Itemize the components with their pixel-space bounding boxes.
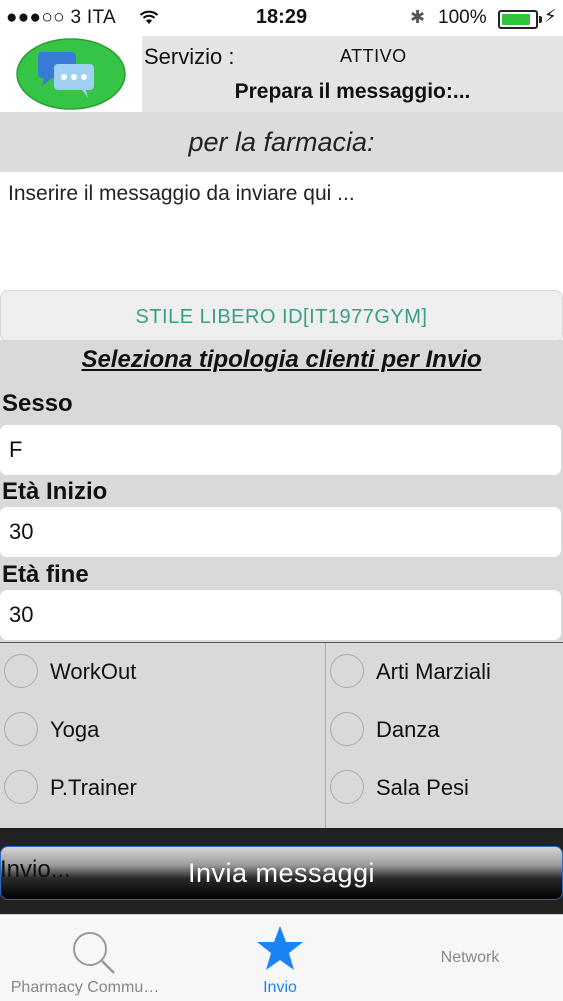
bluetooth-icon: ✱ [410,7,426,27]
charging-icon: ⚡ [544,6,557,26]
radio-circle[interactable] [330,712,364,746]
battery-fill [502,14,530,25]
radio-circle[interactable] [330,654,364,688]
tab-label: Network [440,949,500,966]
option-danza[interactable]: Danza [330,710,560,750]
age-start-label: Età Inizio [2,478,108,505]
pharmacy-bar: per la farmacia: [0,112,563,172]
send-messages-label: Invia messaggi [187,858,376,888]
star-icon [257,926,303,970]
tab-label: Pharmacy Commu… [10,979,160,996]
option-sala-pesi[interactable]: Sala Pesi [330,768,560,808]
option-workout[interactable]: WorkOut [4,652,304,692]
chat-logo-icon [16,38,126,110]
option-p-trainer[interactable]: P.Trainer [4,768,304,808]
age-end-value: 30 [9,602,34,627]
age-end-field[interactable]: 30 [0,590,561,640]
radio-circle[interactable] [330,770,364,804]
tab-bar: Pharmacy Commu… Invio Network [0,914,563,1001]
radio-circle[interactable] [4,712,38,746]
age-end-label: Età fine [2,561,89,588]
tab-label: Invio [263,979,297,996]
sex-field[interactable]: F [0,425,561,475]
tab-invio[interactable]: Invio [235,915,325,1001]
app-header: Servizio : ATTIVO Prepara il messaggio:.… [0,36,563,112]
battery-icon [498,10,542,29]
status-bar: ●●●○○ 3 ITA 18:29 ✱ 100% ⚡ [0,0,563,36]
option-yoga[interactable]: Yoga [4,710,304,750]
tab-network[interactable]: Network [420,915,520,1001]
message-textarea[interactable]: Inserire il messaggio da inviare qui ... [0,172,563,290]
sex-value: F [9,437,23,462]
sending-status: Invio... [0,856,71,883]
sex-label: Sesso [2,390,73,417]
service-status: ATTIVO [340,46,407,66]
message-placeholder: Inserire il messaggio da inviare qui ... [8,182,355,205]
send-messages-button[interactable]: Invia messaggi [0,846,563,900]
radio-circle[interactable] [4,654,38,688]
section-title: Seleziona tipologia clienti per Invio [81,346,482,373]
category-options: WorkOut Arti Marziali Yoga Danza P.Train… [0,642,563,830]
style-id-button[interactable]: STILE LIBERO ID[IT1977GYM] [0,290,563,342]
style-id-label: STILE LIBERO ID[IT1977GYM] [135,306,428,328]
age-start-value: 30 [9,519,34,544]
prepare-message-label: Prepara il messaggio:... [234,80,471,103]
age-start-field[interactable]: 30 [0,507,561,557]
search-icon [73,932,115,974]
tab-pharmacy-community[interactable]: Pharmacy Commu… [0,915,170,1001]
option-arti-marziali[interactable]: Arti Marziali [330,652,560,692]
battery-percent: 100% [438,7,487,28]
radio-circle[interactable] [4,770,38,804]
service-label: Servizio : [144,44,235,69]
pharmacy-label: per la farmacia: [188,127,375,157]
